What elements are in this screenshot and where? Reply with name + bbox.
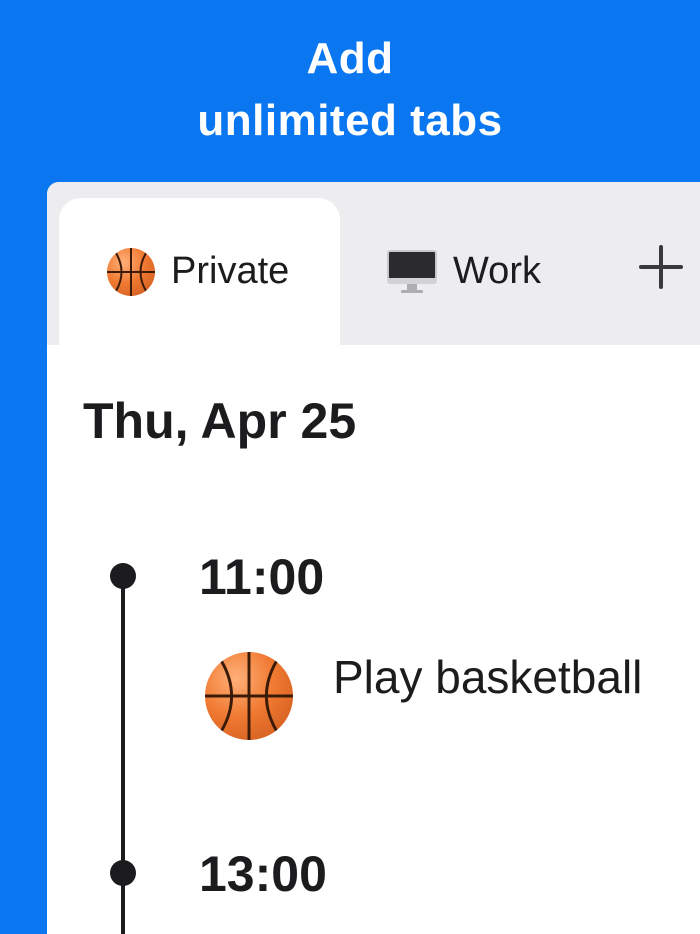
event-title[interactable]: Play basketball — [333, 650, 642, 704]
headline-line-1: Add — [306, 34, 394, 83]
tab-work[interactable]: Work — [387, 198, 541, 345]
headline-line-2: unlimited tabs — [197, 96, 503, 145]
basketball-icon — [107, 247, 155, 296]
tab-bar: Private Work — [47, 182, 700, 345]
add-tab-button[interactable] — [639, 242, 689, 292]
tab-label: Work — [453, 250, 541, 292]
promo-headline: Add unlimited tabs — [0, 28, 700, 152]
tab-label: Private — [171, 250, 290, 292]
event-time: 11:00 — [199, 549, 325, 605]
event-time: 13:00 — [199, 846, 327, 902]
event-item[interactable] — [205, 652, 293, 740]
timeline-dot — [110, 860, 136, 886]
basketball-icon — [205, 652, 293, 740]
desktop-computer-icon — [387, 249, 437, 294]
tab-private[interactable]: Private — [59, 198, 340, 345]
app-window: Private Work Thu, Apr 25 11:00 Play bask… — [47, 182, 700, 934]
timeline-dot — [110, 563, 136, 589]
day-header: Thu, Apr 25 — [83, 393, 357, 449]
